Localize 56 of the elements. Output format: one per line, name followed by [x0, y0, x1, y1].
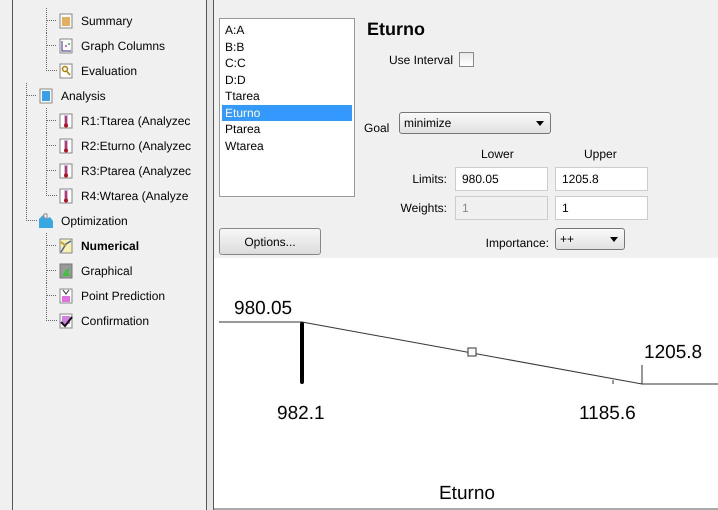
tree-item[interactable]: R4:Wtarea (Analyze [77, 186, 192, 204]
tree-item[interactable]: Graph Columns [77, 36, 170, 54]
list-item[interactable]: Wtarea [222, 138, 352, 154]
evaluation-icon [58, 62, 74, 78]
tree-item[interactable]: Summary [77, 12, 136, 30]
value-label: 982.1 [277, 403, 325, 425]
field-label: Limits: [411, 172, 447, 186]
checkbox-label: Use Interval [389, 52, 454, 66]
input-field[interactable]: 980.05 [455, 167, 548, 191]
goal-label: Goal [364, 121, 390, 135]
graphical-icon [58, 262, 74, 278]
tree-item[interactable]: Point Prediction [77, 286, 170, 304]
graph-icon [58, 38, 74, 54]
input-field[interactable]: 1 [555, 196, 648, 220]
tree-item[interactable]: Graphical [77, 262, 136, 280]
numerical-icon [58, 238, 74, 254]
response-title: Eturno [367, 19, 425, 40]
list-item[interactable]: C:C [222, 55, 352, 72]
tree-item[interactable]: R3:Ptarea (Analyzec [77, 162, 196, 180]
prediction-icon [58, 288, 74, 304]
marker-bar [300, 322, 304, 384]
response-icon [58, 162, 74, 178]
summary-icon [58, 12, 74, 28]
column-header: Upper [584, 147, 617, 161]
limit-label: 980.05 [234, 298, 292, 320]
field-label: Importance: [484, 236, 549, 250]
options-button[interactable]: Options... [219, 228, 321, 255]
tree-item[interactable]: Analysis [57, 86, 110, 104]
tree-item[interactable]: R1:Ttarea (Analyzec [77, 112, 194, 130]
input-field[interactable]: 1205.8 [555, 167, 648, 191]
list-item[interactable]: Ttarea [222, 88, 352, 104]
list-item[interactable]: A:A [222, 22, 352, 38]
splitter[interactable] [207, 0, 214, 510]
handle[interactable] [468, 348, 476, 356]
tree-item[interactable]: Optimization [57, 212, 132, 230]
analysis-icon [38, 88, 54, 104]
checkbox[interactable] [459, 52, 474, 67]
tree-item[interactable]: Numerical [77, 236, 144, 254]
list-item[interactable]: B:B [222, 38, 352, 55]
tree-item[interactable]: R2:Eturno (Analyzec [77, 136, 196, 154]
value-label: 1185.6 [579, 403, 636, 425]
tree-item[interactable]: Evaluation [77, 62, 142, 80]
list-item[interactable]: Ptarea [222, 121, 352, 138]
list-item[interactable]: D:D [222, 72, 352, 88]
goal-dropdown[interactable]: minimize [399, 112, 551, 134]
importance-dropdown[interactable]: ++ [555, 228, 625, 250]
optimization-icon [38, 212, 54, 228]
response-icon [58, 112, 74, 128]
response-icon [58, 138, 74, 154]
tree-item[interactable]: Confirmation [77, 312, 154, 330]
response-icon [58, 188, 74, 204]
field-label: Weights: [400, 201, 447, 215]
column-header: Lower [481, 147, 514, 161]
axis-title: Eturno [439, 483, 495, 505]
confirmation-icon [58, 312, 74, 328]
limit-label: 1205.8 [644, 342, 702, 364]
